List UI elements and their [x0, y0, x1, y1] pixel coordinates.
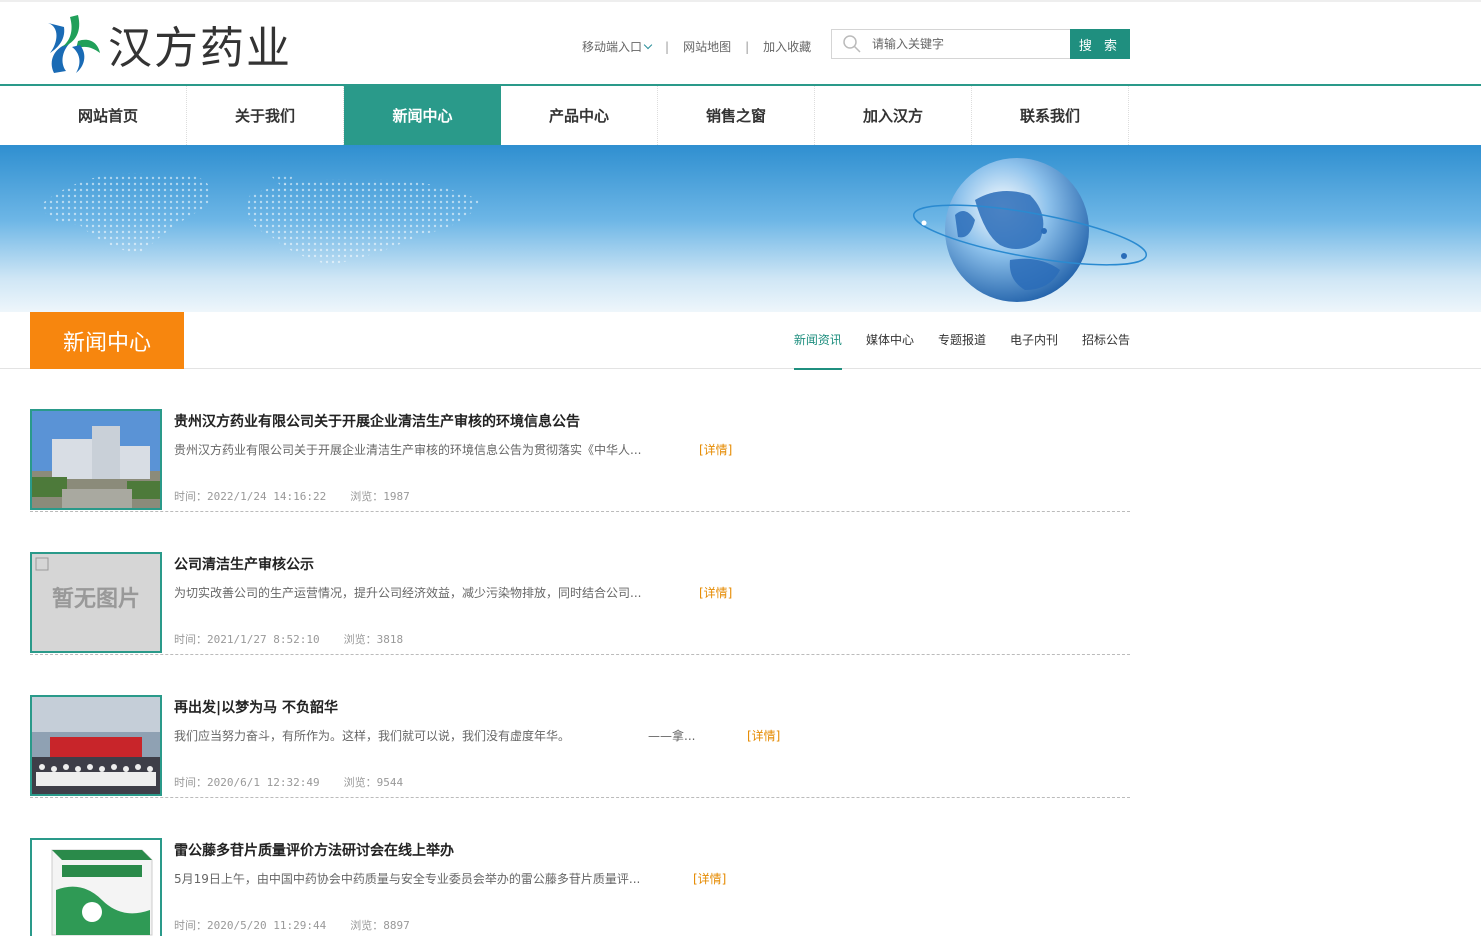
news-title[interactable]: 雷公藤多苷片质量评价方法研讨会在线上举办: [174, 840, 454, 860]
subnav-news-info[interactable]: 新闻资讯: [793, 312, 842, 370]
mobile-entry-link[interactable]: 移动端入口: [582, 38, 653, 55]
news-summary: 我们应当努力奋斗，有所作为。这样，我们就可以说，我们没有虚度年华。 ——拿...: [174, 729, 696, 743]
news-views: 浏览：3818: [343, 633, 404, 646]
subnav-media[interactable]: 媒体中心: [866, 312, 914, 369]
news-thumbnail[interactable]: [30, 838, 162, 936]
news-views: 浏览：9544: [343, 776, 404, 789]
news-list: 贵州汉方药业有限公司关于开展企业清洁生产审核的环境信息公告 贵州汉方药业有限公司…: [30, 369, 1130, 936]
news-meta: 时间：2020/6/1 12:32:49 浏览：9544: [174, 774, 403, 790]
mobile-entry-label: 移动端入口: [582, 40, 643, 54]
news-detail-link[interactable]: [详情]: [699, 584, 732, 601]
nav-item-home[interactable]: 网站首页: [30, 86, 187, 145]
news-time: 时间：2020/6/1 12:32:49: [174, 776, 320, 789]
section-header: 新闻中心 新闻资讯 媒体中心 专题报道 电子内刊 招标公告: [0, 312, 1481, 370]
section-title: 新闻中心: [30, 312, 184, 369]
subnav-special[interactable]: 专题报道: [938, 312, 986, 369]
search-button[interactable]: 搜 索: [1070, 29, 1130, 59]
top-links: 移动端入口 | 网站地图 | 加入收藏: [582, 38, 811, 55]
news-summary: 5月19日上午，由中国中药协会中药质量与安全专业委员会举办的雷公藤多苷片质量评.…: [174, 872, 641, 886]
news-thumbnail[interactable]: [30, 695, 162, 796]
banner: [0, 145, 1481, 312]
news-item: 贵州汉方药业有限公司关于开展企业清洁生产审核的环境信息公告 贵州汉方药业有限公司…: [30, 369, 1130, 512]
search-box: [831, 29, 1070, 59]
site-logo[interactable]: 汉方药业: [40, 12, 292, 76]
news-item: 再出发|以梦为马 不负韶华 我们应当努力奋斗，有所作为。这样，我们就可以说，我们…: [30, 655, 1130, 798]
news-detail-link[interactable]: [详情]: [747, 727, 780, 744]
nav-item-about[interactable]: 关于我们: [187, 86, 344, 145]
subnav-tender[interactable]: 招标公告: [1082, 312, 1130, 369]
news-time: 时间：2021/1/27 8:52:10: [174, 633, 320, 646]
news-time: 时间：2022/1/24 14:16:22: [174, 490, 327, 503]
banner-graphic: [40, 158, 1148, 302]
news-views: 浏览：1987: [350, 490, 410, 503]
world-map-dots: [40, 173, 212, 255]
news-thumbnail[interactable]: [30, 409, 162, 510]
news-detail-link[interactable]: [详情]: [693, 870, 726, 887]
world-map-dots: [247, 179, 480, 265]
news-time: 时间：2020/5/20 11:29:44: [174, 919, 327, 932]
news-item: 暂无图片 公司清洁生产审核公示 为切实改善公司的生产运营情况，提升公司经济效益，…: [30, 512, 1130, 655]
divider: |: [665, 39, 670, 54]
news-summary: 贵州汉方药业有限公司关于开展企业清洁生产审核的环境信息公告为贯彻落实《中华人..…: [174, 443, 642, 457]
logo-mark-icon: [40, 13, 102, 75]
main-nav: 网站首页 关于我们 新闻中心 产品中心 销售之窗 加入汉方 联系我们: [30, 86, 1129, 145]
sitemap-link[interactable]: 网站地图: [683, 38, 731, 55]
search-input[interactable]: [872, 37, 1052, 51]
news-meta: 时间：2022/1/24 14:16:22 浏览：1987: [174, 488, 410, 504]
nav-item-news[interactable]: 新闻中心: [344, 86, 501, 145]
news-detail-link[interactable]: [详情]: [699, 441, 732, 458]
news-title[interactable]: 再出发|以梦为马 不负韶华: [174, 697, 338, 717]
subnav-ejournal[interactable]: 电子内刊: [1010, 312, 1058, 369]
nav-item-products[interactable]: 产品中心: [501, 86, 658, 145]
header: 汉方药业 移动端入口 | 网站地图 | 加入收藏 搜 索: [0, 0, 1481, 86]
news-item: 雷公藤多苷片质量评价方法研讨会在线上举办 5月19日上午，由中国中药协会中药质量…: [30, 798, 1130, 936]
sub-nav: 新闻资讯 媒体中心 专题报道 电子内刊 招标公告: [770, 312, 1130, 370]
news-title[interactable]: 贵州汉方药业有限公司关于开展企业清洁生产审核的环境信息公告: [174, 411, 580, 431]
bookmark-link[interactable]: 加入收藏: [763, 38, 811, 55]
search-bar: 搜 索: [831, 29, 1130, 59]
search-icon: [843, 35, 861, 53]
news-meta: 时间：2020/5/20 11:29:44 浏览：8897: [174, 917, 410, 933]
news-title[interactable]: 公司清洁生产审核公示: [174, 554, 314, 574]
news-views: 浏览：8897: [350, 919, 410, 932]
chevron-down-icon: [643, 40, 653, 50]
news-meta: 时间：2021/1/27 8:52:10 浏览：3818: [174, 631, 403, 647]
news-thumbnail[interactable]: 暂无图片: [30, 552, 162, 653]
logo-text: 汉方药业: [108, 23, 292, 74]
nav-item-contact[interactable]: 联系我们: [972, 86, 1129, 145]
nav-item-sales[interactable]: 销售之窗: [658, 86, 815, 145]
nav-item-join[interactable]: 加入汉方: [815, 86, 972, 145]
divider: |: [745, 39, 750, 54]
no-image-text: 暂无图片: [52, 586, 140, 612]
news-summary: 为切实改善公司的生产运营情况，提升公司经济效益，减少污染物排放，同时结合公司..…: [174, 586, 642, 600]
